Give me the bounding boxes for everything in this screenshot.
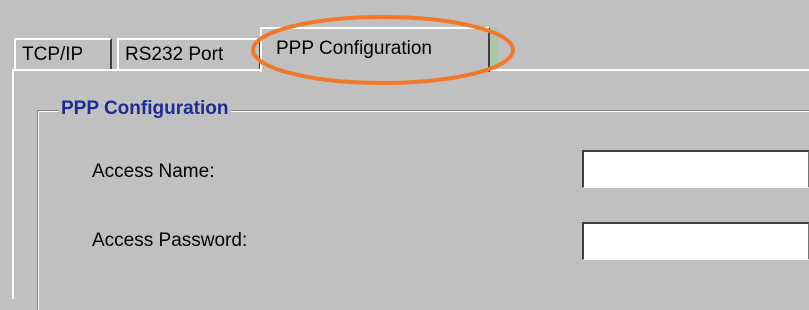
tab-rs232-port[interactable]: RS232 Port: [117, 38, 261, 70]
access-name-input[interactable]: [582, 150, 809, 188]
tab-ppp-configuration[interactable]: PPP Configuration: [260, 27, 490, 72]
access-password-label: Access Password:: [92, 230, 248, 251]
tab-tcpip[interactable]: TCP/IP: [14, 38, 112, 70]
access-password-input[interactable]: [582, 222, 809, 260]
access-name-label: Access Name:: [92, 161, 215, 182]
ppp-configuration-group: [37, 110, 809, 310]
group-title: PPP Configuration: [58, 98, 232, 120]
tab-bar: TCP/IP RS232 Port PPP Configuration: [0, 0, 809, 72]
